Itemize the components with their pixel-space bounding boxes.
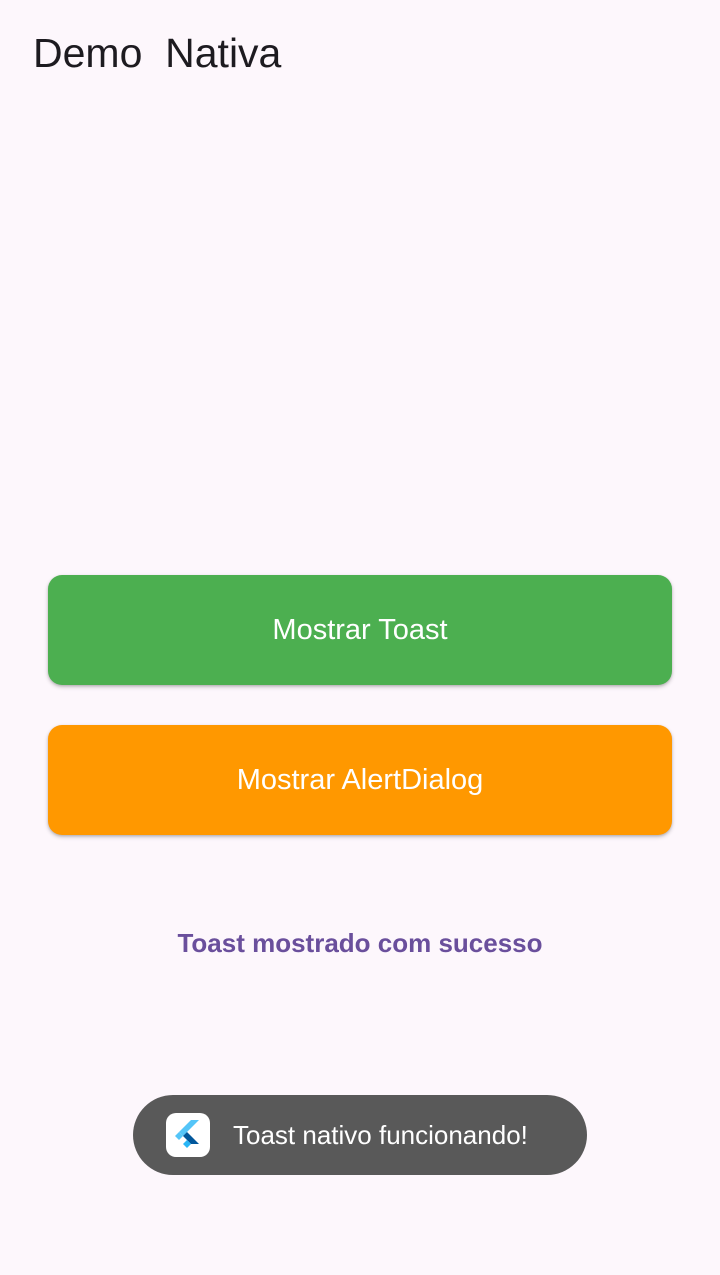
toast-message: Toast nativo funcionando! — [233, 1119, 528, 1150]
show-alertdialog-button[interactable]: Mostrar AlertDialog — [48, 725, 672, 835]
status-message: Toast mostrado com sucesso — [177, 928, 543, 958]
flutter-logo-icon — [166, 1113, 210, 1157]
page-title: Demo Nativa — [33, 30, 282, 76]
show-toast-button[interactable]: Mostrar Toast — [48, 575, 672, 685]
app-bar: Demo Nativa — [0, 0, 720, 105]
toast-notification: Toast nativo funcionando! — [133, 1095, 587, 1175]
